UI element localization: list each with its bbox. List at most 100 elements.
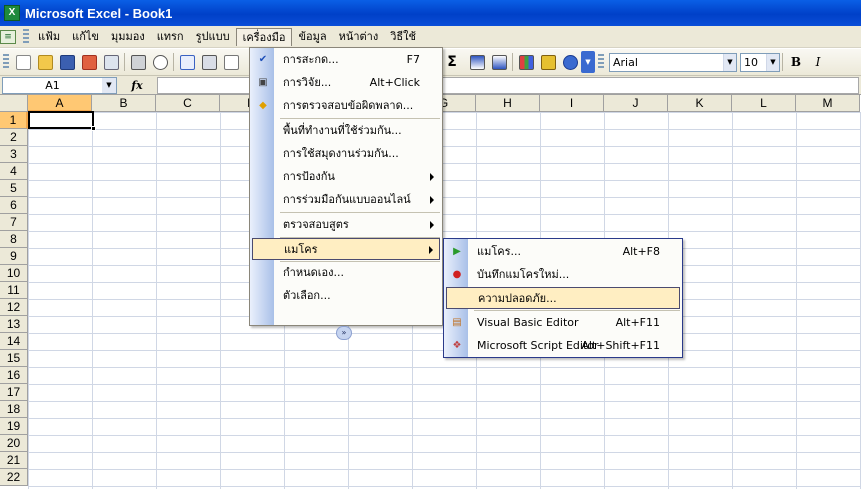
column-header-h[interactable]: H xyxy=(476,95,540,112)
cut-button[interactable] xyxy=(220,52,242,73)
save-button[interactable] xyxy=(56,52,78,73)
row-header-13[interactable]: 13 xyxy=(0,316,28,333)
menu-view[interactable]: มุมมอง xyxy=(105,28,151,46)
row-header-21[interactable]: 21 xyxy=(0,452,28,469)
row-header-3[interactable]: 3 xyxy=(0,146,28,163)
menu-tools[interactable]: เครื่องมือ xyxy=(235,27,293,46)
insert-function-button[interactable]: fx xyxy=(117,79,157,92)
menu-item-security[interactable]: ความปลอดภัย... xyxy=(446,287,680,309)
column-header-b[interactable]: B xyxy=(92,95,156,112)
chart-wizard-button[interactable] xyxy=(515,52,537,73)
menu-item-error-checking[interactable]: ◆ การตรวจสอบข้อผิดพลาด... xyxy=(252,95,440,117)
menu-item-share-workbook[interactable]: การใช้สมุดงานร่วมกัน... xyxy=(252,143,440,165)
row-header-4[interactable]: 4 xyxy=(0,163,28,180)
menu-format[interactable]: รูปแบบ xyxy=(190,28,236,46)
permission-button[interactable] xyxy=(78,52,100,73)
format-toolbar-grip[interactable] xyxy=(598,54,604,70)
row-header-11[interactable]: 11 xyxy=(0,282,28,299)
menu-item-shared-workspace[interactable]: พื้นที่ทำงานที่ใช้ร่วมกัน... xyxy=(252,120,440,142)
column-header-k[interactable]: K xyxy=(668,95,732,112)
menu-item-spelling[interactable]: ✔ การสะกด... F7 xyxy=(252,49,440,71)
menu-item-record-macro[interactable]: ● บันทึกแมโครใหม่... xyxy=(446,264,680,286)
name-box[interactable]: A1 ▼ xyxy=(2,76,117,94)
menu-item-label: ตัวเลือก... xyxy=(283,289,331,302)
drawing-button[interactable] xyxy=(537,52,559,73)
row-header-18[interactable]: 18 xyxy=(0,401,28,418)
chart-icon xyxy=(518,54,534,70)
row-header-10[interactable]: 10 xyxy=(0,265,28,282)
menu-item-customize[interactable]: กำหนดเอง... xyxy=(252,262,440,284)
menubar-grip[interactable] xyxy=(23,28,29,45)
menu-item-macros[interactable]: ▶ แมโคร... Alt+F8 xyxy=(446,241,680,263)
row-header-12[interactable]: 12 xyxy=(0,299,28,316)
record-macro-icon: ● xyxy=(452,269,462,280)
menu-item-online-collaboration[interactable]: การร่วมมือกันแบบออนไลน์ xyxy=(252,189,440,211)
row-header-16[interactable]: 16 xyxy=(0,367,28,384)
spelling-button[interactable] xyxy=(176,52,198,73)
menu-item-options[interactable]: ตัวเลือก... xyxy=(252,285,440,307)
column-header-c[interactable]: C xyxy=(156,95,220,112)
toolbar-grip[interactable] xyxy=(3,54,9,70)
row-header-19[interactable]: 19 xyxy=(0,418,28,435)
font-name-select[interactable]: Arial ▼ xyxy=(609,52,737,72)
row-header-8[interactable]: 8 xyxy=(0,231,28,248)
font-size-select[interactable]: 10 ▼ xyxy=(740,52,780,72)
document-system-icon[interactable]: ≡ xyxy=(0,29,16,44)
menu-data[interactable]: ข้อมูล xyxy=(292,28,332,46)
row-header-17[interactable]: 17 xyxy=(0,384,28,401)
active-cell[interactable] xyxy=(28,111,96,131)
excel-icon[interactable]: X xyxy=(4,5,20,21)
menu-item-protection[interactable]: การป้องกัน xyxy=(252,166,440,188)
menu-file[interactable]: แฟ้ม xyxy=(32,28,66,46)
chevron-down-icon[interactable]: ▼ xyxy=(102,77,116,93)
column-header-i[interactable]: I xyxy=(540,95,604,112)
menu-item-research[interactable]: ▣ การวิจัย... Alt+Click xyxy=(252,72,440,94)
row-header-20[interactable]: 20 xyxy=(0,435,28,452)
bold-button[interactable]: B xyxy=(785,52,807,73)
toolbar-options-button[interactable]: ▼ xyxy=(581,51,595,73)
select-all-button[interactable] xyxy=(0,95,28,112)
menu-item-script-editor[interactable]: ❖ Microsoft Script Editor Alt+Shift+F11 xyxy=(446,335,680,357)
menu-item-label: การตรวจสอบข้อผิดพลาด... xyxy=(283,99,414,112)
menu-edit[interactable]: แก้ไข xyxy=(66,28,105,46)
open-button[interactable] xyxy=(34,52,56,73)
email-button[interactable] xyxy=(100,52,122,73)
row-header-1[interactable]: 1 xyxy=(0,112,28,129)
print-preview-button[interactable] xyxy=(149,52,171,73)
row-header-22[interactable]: 22 xyxy=(0,469,28,486)
row-header-2[interactable]: 2 xyxy=(0,129,28,146)
row-header-7[interactable]: 7 xyxy=(0,214,28,231)
chevron-double-down-icon[interactable]: » xyxy=(336,326,352,340)
menu-item-formula-auditing[interactable]: ตรวจสอบสูตร xyxy=(252,214,440,236)
fill-handle[interactable] xyxy=(91,126,96,131)
new-button[interactable] xyxy=(12,52,34,73)
research-button[interactable] xyxy=(198,52,220,73)
help-button[interactable] xyxy=(559,52,581,73)
row-header-15[interactable]: 15 xyxy=(0,350,28,367)
name-box-value: A1 xyxy=(45,78,60,92)
row-header-14[interactable]: 14 xyxy=(0,333,28,350)
script-editor-icon: ❖ xyxy=(452,340,462,351)
submenu-arrow-icon xyxy=(430,196,434,204)
menu-help[interactable]: วิธีใช้ xyxy=(384,28,422,46)
sort-ascending-button[interactable] xyxy=(466,52,488,73)
column-header-a[interactable]: A xyxy=(28,95,92,112)
research-icon: ▣ xyxy=(258,77,268,88)
drawing-icon xyxy=(540,54,556,70)
column-header-l[interactable]: L xyxy=(732,95,796,112)
row-header-5[interactable]: 5 xyxy=(0,180,28,197)
menu-insert[interactable]: แทรก xyxy=(151,28,190,46)
chevron-down-icon[interactable]: ▼ xyxy=(723,53,736,71)
row-header-6[interactable]: 6 xyxy=(0,197,28,214)
column-header-j[interactable]: J xyxy=(604,95,668,112)
print-button[interactable] xyxy=(127,52,149,73)
column-header-m[interactable]: M xyxy=(796,95,860,112)
sort-descending-button[interactable] xyxy=(488,52,510,73)
menu-item-macro[interactable]: แมโคร xyxy=(252,238,440,260)
menu-window[interactable]: หน้าต่าง xyxy=(333,28,385,46)
chevron-down-icon[interactable]: ▼ xyxy=(766,53,779,71)
printer-icon xyxy=(130,54,146,70)
row-header-9[interactable]: 9 xyxy=(0,248,28,265)
menu-item-vb-editor[interactable]: ▤ Visual Basic Editor Alt+F11 xyxy=(446,312,680,334)
italic-button[interactable]: I xyxy=(807,52,829,73)
